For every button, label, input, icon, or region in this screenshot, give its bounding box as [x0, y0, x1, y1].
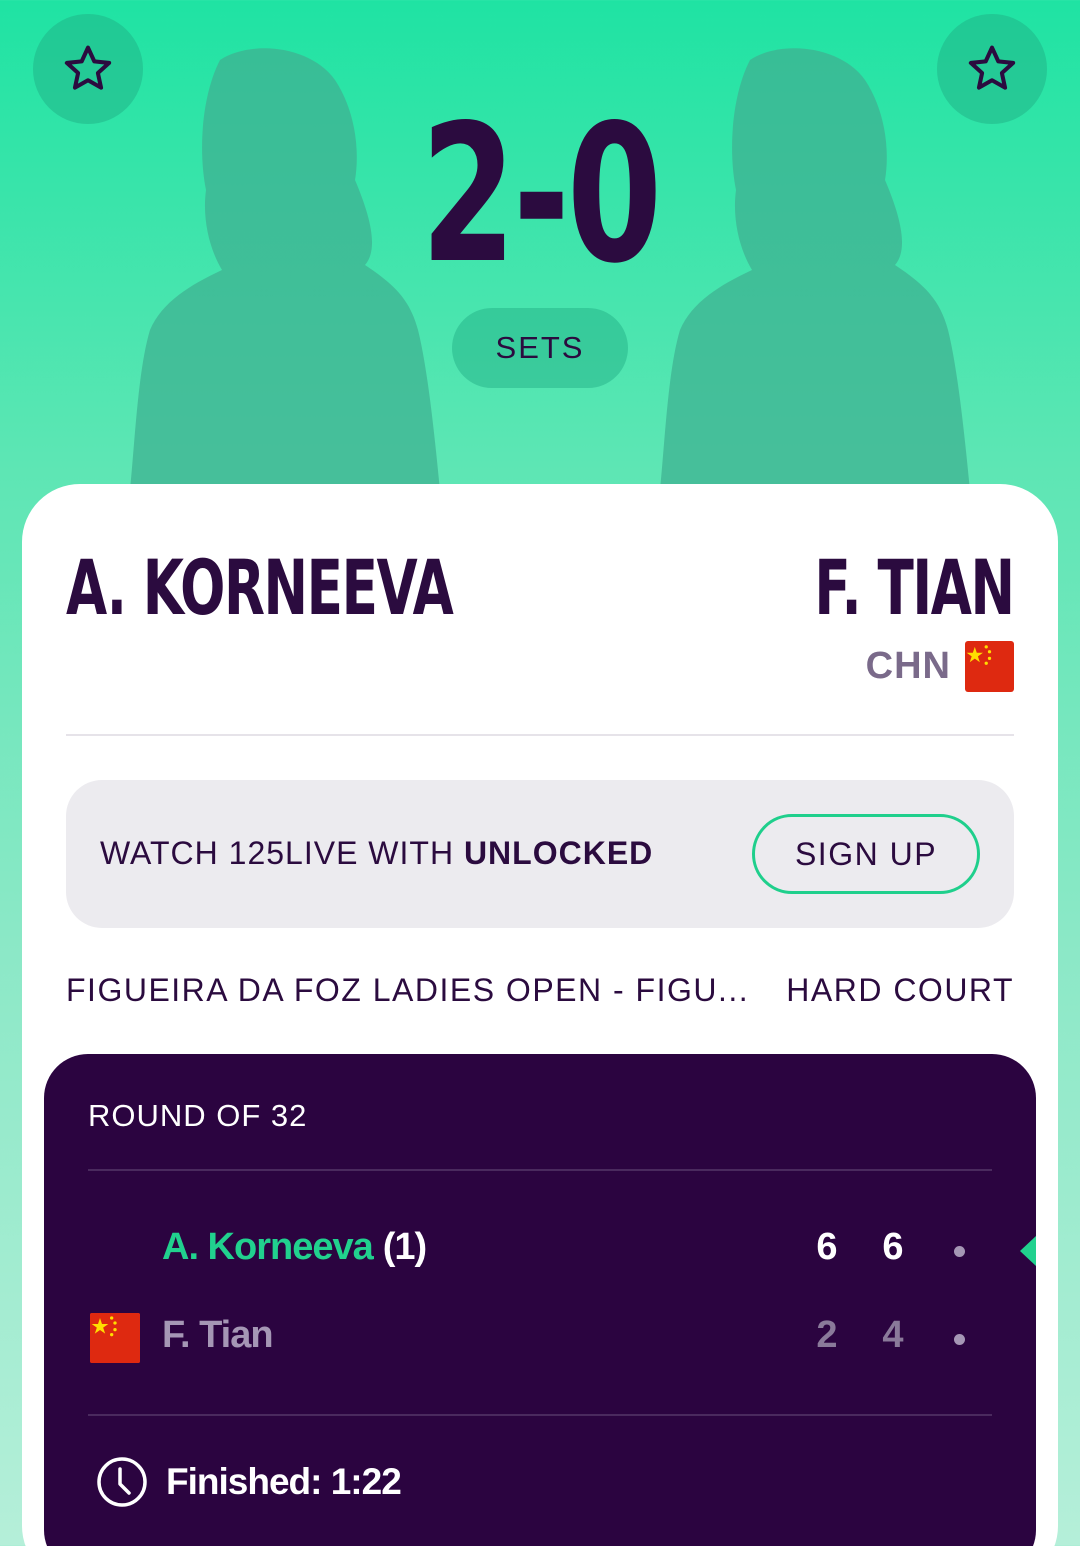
sign-up-button[interactable]: SIGN UP — [752, 814, 980, 894]
china-flag-icon — [90, 1313, 140, 1363]
set-3-placeholder — [954, 1334, 965, 1345]
favorite-away-button[interactable] — [937, 14, 1047, 124]
streaming-promo-banner: WATCH 125LIVE WITH UNLOCKED SIGN UP — [66, 780, 1014, 928]
set-2-score: 6 — [882, 1226, 904, 1268]
row-player-name: F. Tian — [162, 1314, 274, 1356]
set-2-score: 4 — [882, 1314, 904, 1356]
clock-icon — [97, 1457, 147, 1507]
scoreboard-row-away[interactable]: F. Tian 2 4 — [44, 1308, 1036, 1368]
match-header: 2-0 SETS — [0, 0, 1080, 490]
row-player-name: A. Korneeva (1) — [162, 1226, 427, 1268]
home-player-name[interactable]: A. KORNEEVA — [66, 548, 454, 628]
player-silhouette-away — [640, 40, 980, 490]
seed: (1) — [382, 1226, 427, 1268]
match-score: 2-0 — [420, 84, 662, 305]
match-status: Finished: 1:22 — [96, 1456, 402, 1508]
set-1-score: 6 — [816, 1226, 838, 1268]
match-status-text: Finished: 1:22 — [166, 1461, 402, 1502]
score-unit-badge: SETS — [452, 308, 628, 388]
set-1-score: 2 — [816, 1314, 838, 1356]
tournament-name[interactable]: FIGUEIRA DA FOZ LADIES OPEN - FIGU... — [66, 972, 746, 1009]
divider — [66, 734, 1014, 736]
star-outline-icon — [968, 45, 1016, 90]
country-code: CHN — [865, 644, 951, 687]
favorite-home-button[interactable] — [33, 14, 143, 124]
star-outline-icon — [64, 45, 112, 90]
divider — [88, 1169, 992, 1171]
winner-indicator-icon — [1020, 1236, 1036, 1266]
promo-text-bold: UNLOCKED — [463, 835, 654, 871]
round-label: ROUND OF 32 — [88, 1098, 308, 1133]
china-flag-icon — [965, 640, 1014, 692]
promo-text-prefix: WATCH 125LIVE WITH — [100, 835, 464, 871]
set-3-placeholder — [954, 1246, 965, 1257]
away-player-country: CHN — [866, 640, 1014, 692]
promo-text: WATCH 125LIVE WITH UNLOCKED — [100, 835, 653, 872]
away-player-name[interactable]: F. TIAN — [815, 548, 1016, 628]
scoreboard-row-home[interactable]: A. Korneeva (1) 6 6 — [44, 1220, 1036, 1280]
divider — [88, 1414, 992, 1416]
match-scoreboard: ROUND OF 32 A. Korneeva (1) 6 6 F. Tian 2… — [44, 1054, 1036, 1546]
court-surface: HARD COURT — [786, 972, 1014, 1008]
